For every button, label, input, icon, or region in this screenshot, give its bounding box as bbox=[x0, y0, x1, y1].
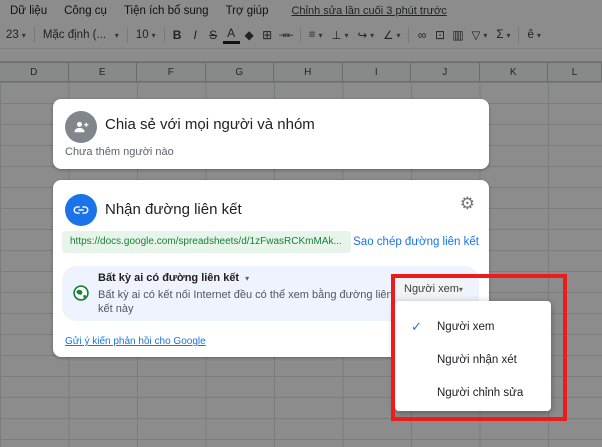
menu-option-editor[interactable]: Người chỉnh sửa bbox=[395, 376, 551, 409]
access-description: Bất kỳ ai có kết nối Internet đều có thể… bbox=[98, 288, 396, 316]
menu-option-commenter[interactable]: Người nhận xét bbox=[395, 343, 551, 376]
menu-option-label: Người chỉnh sửa bbox=[437, 387, 523, 399]
menu-option-viewer[interactable]: ✓ Người xem bbox=[395, 310, 551, 343]
link-card-title: Nhận đường liên kết bbox=[105, 201, 242, 218]
check-icon: ✓ bbox=[411, 319, 437, 335]
share-url-field[interactable]: https://docs.google.com/spreadsheets/d/1… bbox=[62, 231, 351, 253]
chevron-down-icon: ▾ bbox=[245, 274, 249, 283]
link-icon bbox=[65, 194, 97, 226]
role-dropdown-menu: ✓ Người xem Người nhận xét Người chỉnh s… bbox=[395, 301, 551, 411]
access-scope-label: Bất kỳ ai có đường liên kết bbox=[98, 272, 239, 284]
globe-icon bbox=[72, 284, 90, 302]
copy-link-button[interactable]: Sao chép đường liên kết bbox=[353, 231, 479, 253]
menu-option-label: Người xem bbox=[437, 321, 494, 333]
chevron-down-icon: ▾ bbox=[459, 285, 463, 294]
role-selector-button[interactable]: Người xem ▾ bbox=[398, 278, 463, 300]
menu-option-label: Người nhận xét bbox=[437, 354, 517, 366]
share-card-subtitle: Chưa thêm người nào bbox=[65, 146, 174, 158]
access-scope-selector[interactable]: Bất kỳ ai có đường liên kết ▾ bbox=[98, 272, 249, 284]
gear-icon[interactable]: ⚙ bbox=[460, 194, 475, 214]
share-card-title: Chia sẻ với mọi người và nhóm bbox=[105, 116, 315, 133]
share-people-card: Chia sẻ với mọi người và nhóm Chưa thêm … bbox=[53, 99, 489, 169]
feedback-link[interactable]: Gửi ý kiến phản hồi cho Google bbox=[65, 336, 206, 347]
role-selector-value: Người xem bbox=[404, 283, 459, 295]
person-add-icon bbox=[65, 111, 97, 143]
